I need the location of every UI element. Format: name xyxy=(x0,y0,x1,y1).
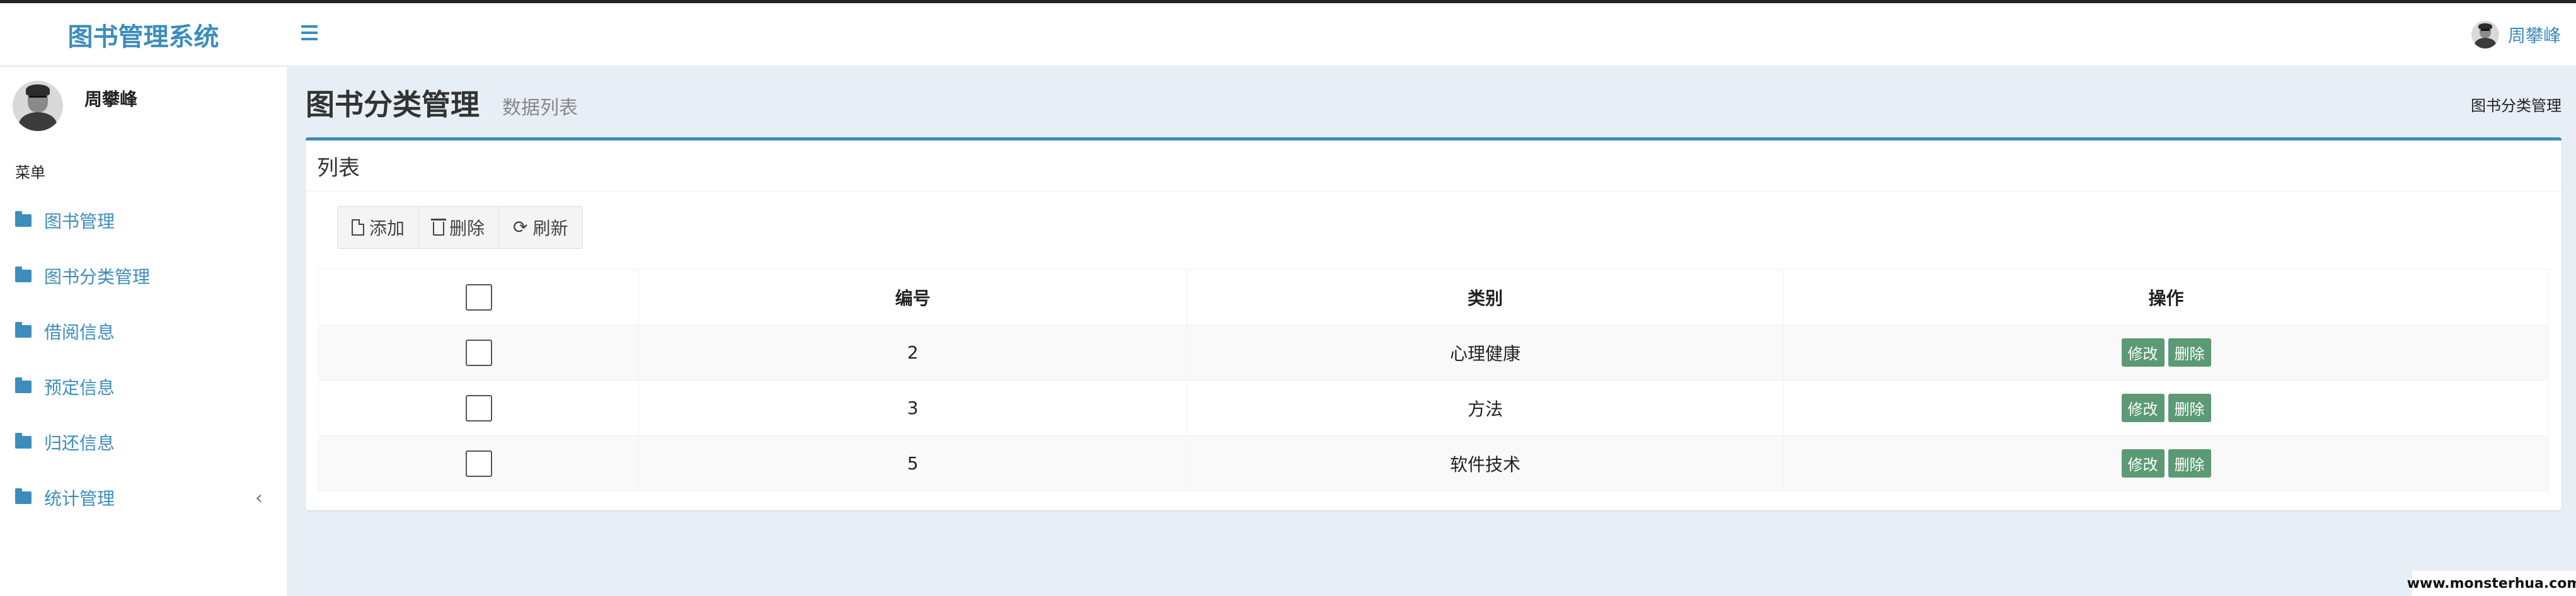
sidebar: 周攀峰 菜单 图书管理 图书分类管理 借阅信息 预定信息 归还信息 统计管理 ‹ xyxy=(0,67,287,596)
table-header-row: 编号 类别 操作 xyxy=(318,269,2549,325)
refresh-icon: ⟳ xyxy=(513,217,528,238)
folder-icon xyxy=(15,377,32,393)
folder-icon xyxy=(15,322,32,338)
row-checkbox[interactable] xyxy=(465,450,492,477)
cell-category: 方法 xyxy=(1187,380,1784,436)
sidebar-item-label: 归还信息 xyxy=(44,433,115,454)
sidebar-item-statistics[interactable]: 统计管理 ‹ xyxy=(0,470,287,525)
row-delete-button[interactable]: 删除 xyxy=(2168,394,2211,422)
user-menu[interactable]: 周攀峰 xyxy=(2471,16,2561,54)
sidebar-item-label: 图书管理 xyxy=(44,211,115,232)
list-box: 列表 添加 删除 ⟳ 刷新 编号 类别 操作 2 心理健康 修改 删除 3 方法… xyxy=(306,137,2562,510)
refresh-button-label: 刷新 xyxy=(532,218,568,239)
table-row: 5 软件技术 修改 删除 xyxy=(318,435,2549,491)
add-button-label: 添加 xyxy=(369,218,405,239)
row-checkbox[interactable] xyxy=(465,394,492,421)
delete-button-label: 删除 xyxy=(449,218,485,239)
table-row: 2 心理健康 修改 删除 xyxy=(318,324,2549,381)
user-name: 周攀峰 xyxy=(2507,25,2561,46)
sidebar-item-return-info[interactable]: 归还信息 xyxy=(0,415,287,470)
cell-actions: 修改 删除 xyxy=(1783,380,2549,436)
row-select-cell xyxy=(318,380,639,436)
menu-header: 菜单 xyxy=(15,164,45,181)
trash-icon xyxy=(431,219,447,236)
sidebar-user-name: 周攀峰 xyxy=(84,89,138,110)
sidebar-item-label: 统计管理 xyxy=(44,488,115,509)
folder-icon xyxy=(15,266,32,282)
row-delete-button[interactable]: 删除 xyxy=(2168,449,2211,478)
select-all-cell xyxy=(318,269,639,325)
menu-icon[interactable] xyxy=(301,20,326,45)
folder-icon xyxy=(15,211,32,227)
cell-actions: 修改 删除 xyxy=(1783,435,2549,491)
box-title: 列表 xyxy=(317,156,360,181)
cell-id: 5 xyxy=(638,435,1187,491)
column-header-actions: 操作 xyxy=(1783,269,2549,325)
select-all-checkbox[interactable] xyxy=(465,284,492,311)
category-table: 编号 类别 操作 2 心理健康 修改 删除 3 方法 修改 删除 5 软件技术 … xyxy=(318,269,2549,491)
cell-id: 3 xyxy=(638,380,1187,436)
avatar xyxy=(13,81,63,131)
sidebar-item-reservation-info[interactable]: 预定信息 xyxy=(0,359,287,415)
cell-id: 2 xyxy=(638,324,1187,381)
sidebar-item-label: 图书分类管理 xyxy=(44,266,151,287)
divider xyxy=(306,191,2562,192)
column-header-id[interactable]: 编号 xyxy=(638,269,1187,325)
content-header: 图书分类管理 数据列表 图书分类管理 xyxy=(306,82,2562,122)
cell-category: 软件技术 xyxy=(1187,435,1784,491)
page-subtitle: 数据列表 xyxy=(502,97,578,119)
avatar xyxy=(2471,21,2499,49)
sidebar-menu: 图书管理 图书分类管理 借阅信息 预定信息 归还信息 统计管理 ‹ xyxy=(0,193,287,525)
toolbar: 添加 删除 ⟳ 刷新 xyxy=(337,206,583,249)
row-delete-button[interactable]: 删除 xyxy=(2168,338,2211,367)
file-icon xyxy=(352,219,364,236)
row-select-cell xyxy=(318,324,639,381)
watermark: www.monsterhua.com xyxy=(2407,571,2576,596)
top-navbar: 图书管理系统 周攀峰 xyxy=(0,3,2576,66)
sidebar-item-label: 借阅信息 xyxy=(44,322,115,343)
sidebar-item-borrow-info[interactable]: 借阅信息 xyxy=(0,304,287,359)
add-button[interactable]: 添加 xyxy=(338,207,420,248)
folder-icon xyxy=(15,433,32,449)
row-select-cell xyxy=(318,435,639,491)
table-row: 3 方法 修改 删除 xyxy=(318,380,2549,436)
sidebar-item-label: 预定信息 xyxy=(44,377,115,398)
row-checkbox[interactable] xyxy=(465,339,492,366)
edit-button[interactable]: 修改 xyxy=(2121,449,2165,478)
cell-category: 心理健康 xyxy=(1187,324,1784,381)
edit-button[interactable]: 修改 xyxy=(2121,394,2165,422)
sidebar-user-panel: 周攀峰 xyxy=(13,81,137,131)
page-title: 图书分类管理 xyxy=(306,88,480,122)
sidebar-item-category-management[interactable]: 图书分类管理 xyxy=(0,248,287,304)
chevron-left-icon[interactable]: ‹ xyxy=(255,487,263,509)
folder-icon xyxy=(15,488,32,504)
column-header-category[interactable]: 类别 xyxy=(1187,269,1784,325)
refresh-button[interactable]: ⟳ 刷新 xyxy=(499,207,582,248)
app-brand[interactable]: 图书管理系统 xyxy=(0,3,287,66)
cell-actions: 修改 删除 xyxy=(1783,324,2549,381)
edit-button[interactable]: 修改 xyxy=(2121,338,2165,367)
delete-button[interactable]: 删除 xyxy=(419,207,500,248)
sidebar-item-book-management[interactable]: 图书管理 xyxy=(0,193,287,248)
breadcrumb[interactable]: 图书分类管理 xyxy=(2471,93,2562,115)
